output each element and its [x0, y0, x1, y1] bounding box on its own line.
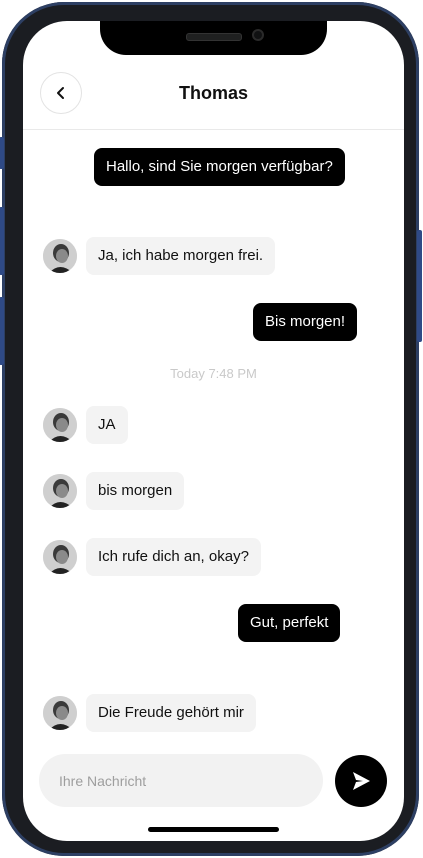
message-incoming[interactable]: JA — [86, 406, 128, 444]
send-button[interactable] — [335, 755, 387, 807]
timestamp: Today 7:48 PM — [170, 366, 257, 381]
camera — [252, 29, 264, 41]
contact-name: Thomas — [178, 83, 248, 103]
message-incoming[interactable]: Ich rufe dich an, okay? — [86, 538, 261, 576]
avatar[interactable] — [43, 540, 77, 574]
avatar-image — [43, 696, 77, 730]
avatar-image — [43, 474, 77, 508]
side-button-left-1 — [0, 137, 4, 169]
message-input[interactable]: Ihre Nachricht — [39, 754, 323, 807]
avatar[interactable] — [43, 474, 77, 508]
chat-header: Thomas — [23, 57, 404, 130]
message-incoming[interactable]: Ja, ich habe morgen frei. — [86, 237, 276, 275]
avatar[interactable] — [43, 408, 77, 442]
send-icon — [353, 772, 370, 790]
notch — [100, 21, 327, 55]
avatar-image — [43, 540, 77, 574]
avatar[interactable] — [43, 239, 77, 273]
avatar[interactable] — [43, 696, 77, 730]
message-incoming[interactable]: bis morgen — [86, 472, 185, 510]
speaker — [186, 33, 242, 41]
message-outgoing[interactable]: Gut, perfekt — [238, 604, 341, 642]
avatar-image — [43, 239, 77, 273]
side-button-left-2 — [0, 207, 4, 275]
side-button-left-3 — [0, 297, 4, 365]
phone-frame: Thomas Hallo, sind Sie morgen verfügbar?… — [0, 2, 422, 856]
avatar-image — [43, 408, 77, 442]
message-incoming[interactable]: Die Freude gehört mir — [86, 694, 256, 732]
phone-screen: Thomas Hallo, sind Sie morgen verfügbar?… — [23, 21, 404, 841]
side-button-right — [417, 230, 422, 342]
home-indicator — [148, 827, 279, 832]
message-outgoing[interactable]: Hallo, sind Sie morgen verfügbar? — [94, 148, 345, 186]
message-outgoing[interactable]: Bis morgen! — [253, 303, 358, 341]
